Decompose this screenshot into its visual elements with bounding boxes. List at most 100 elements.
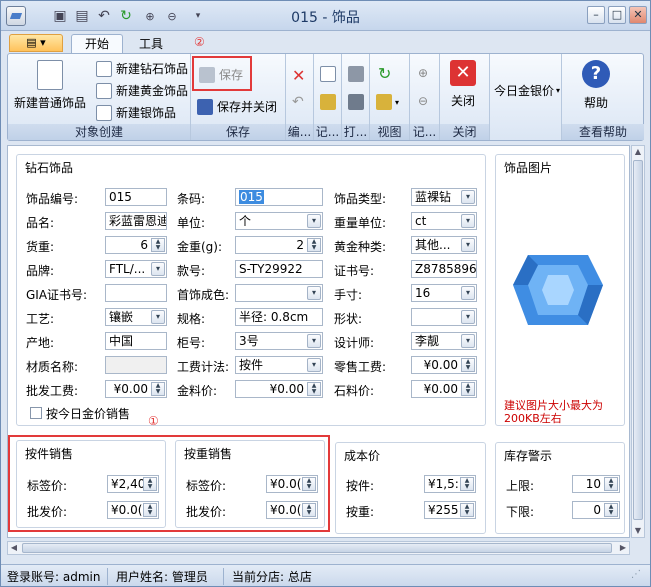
qty-spin-icon[interactable]: ▲ ▼ <box>151 238 165 252</box>
hand-inch-select[interactable]: 16 ▾ <box>411 284 477 302</box>
counter-dropdown-icon[interactable]: ▾ <box>307 334 321 348</box>
gold-price-stepper[interactable]: ¥0.00 ▲ ▼ <box>235 380 323 398</box>
copy-icon[interactable] <box>320 66 336 82</box>
save-close-button[interactable]: 保存并关闭 <box>197 98 277 115</box>
help-button[interactable]: ? 帮助 <box>582 60 610 111</box>
today-gold-checkbox[interactable] <box>30 407 42 419</box>
new-silver-button[interactable]: 新建银饰品 <box>96 104 176 121</box>
undo-icon[interactable]: ↶ <box>292 94 304 110</box>
type-select[interactable]: 蓝裸钻 ▾ <box>411 188 477 206</box>
gold-price-button[interactable]: 今日金银价 ▾ <box>494 82 560 99</box>
gold-weight-stepper[interactable]: 2 ▲ ▼ <box>235 236 323 254</box>
shape-dropdown-icon[interactable]: ▾ <box>461 310 475 324</box>
cost-piece-spin-icon[interactable]: ▲ ▼ <box>460 477 474 491</box>
view-dropdown[interactable]: ▾ <box>376 94 399 110</box>
qty-value: 6 <box>140 238 148 252</box>
close-button[interactable]: ✕ 关闭 <box>450 60 476 109</box>
group-record2-label: 记... <box>410 124 439 140</box>
gold-type-dropdown-icon[interactable]: ▾ <box>461 238 475 252</box>
wholesale-labor-stepper[interactable]: ¥0.00 ▲ ▼ <box>105 380 167 398</box>
barcode-input[interactable]: 015 <box>235 188 323 206</box>
next-record-icon[interactable]: ⊖ <box>418 94 428 108</box>
weight-unit-select[interactable]: ct ▾ <box>411 212 477 230</box>
new-diamond-icon <box>96 60 112 77</box>
delete-icon[interactable]: ✕ <box>292 66 305 85</box>
app-menu-button[interactable]: ▤ ▾ <box>9 34 63 52</box>
spec-input[interactable]: 半径: 0.8cm <box>235 308 323 326</box>
craft-dropdown-icon[interactable]: ▾ <box>151 310 165 324</box>
new-gold-button[interactable]: 新建黄金饰品 <box>96 82 188 99</box>
hand-inch-value: 16 <box>415 286 431 300</box>
new-diamond-button[interactable]: 新建钻石饰品 <box>96 60 188 77</box>
stock-upper-stepper[interactable]: 10 ▲ ▼ <box>572 475 620 493</box>
stone-price-stepper[interactable]: ¥0.00 ▲ ▼ <box>411 380 477 398</box>
new-normal-button[interactable]: 新建普通饰品 <box>14 60 86 111</box>
wholesale-labor-spin-icon[interactable]: ▲ ▼ <box>151 382 165 396</box>
horizontal-scrollbar[interactable]: ◀ ▶ <box>7 541 630 555</box>
stone-price-spin-icon[interactable]: ▲ ▼ <box>461 382 475 396</box>
gold-weight-spin-icon[interactable]: ▲ ▼ <box>307 238 321 252</box>
brand-select[interactable]: FTL/... ▾ <box>105 260 167 278</box>
craft-select[interactable]: 镶嵌 ▾ <box>105 308 167 326</box>
printer-icon[interactable] <box>348 94 364 110</box>
gia-input[interactable] <box>105 284 167 302</box>
designer-dropdown-icon[interactable]: ▾ <box>461 334 475 348</box>
tab-tools[interactable]: 工具 <box>125 34 177 53</box>
scroll-left-icon[interactable]: ◀ <box>8 542 20 554</box>
cost-piece-stepper[interactable]: ¥1,5: ▲ ▼ <box>424 475 476 493</box>
scroll-up-icon[interactable]: ▲ <box>632 146 644 158</box>
maximize-button[interactable]: □ <box>608 6 626 24</box>
cost-weight-stepper[interactable]: ¥255 ▲ ▼ <box>424 501 476 519</box>
hand-inch-dropdown-icon[interactable]: ▾ <box>461 286 475 300</box>
close-window-button[interactable]: ✕ <box>629 6 647 24</box>
stock-upper-spin-icon[interactable]: ▲ ▼ <box>604 477 618 491</box>
stock-lower-stepper[interactable]: 0 ▲ ▼ <box>572 501 620 519</box>
scroll-right-icon[interactable]: ▶ <box>617 542 629 554</box>
vertical-scroll-thumb[interactable] <box>633 160 643 520</box>
type-dropdown-icon[interactable]: ▾ <box>461 190 475 204</box>
qty-stepper[interactable]: 6 ▲ ▼ <box>105 236 167 254</box>
scroll-down-icon[interactable]: ▼ <box>632 525 644 537</box>
paste-icon[interactable] <box>320 94 336 110</box>
retail-labor-stepper[interactable]: ¥0.00 ▲ ▼ <box>411 356 477 374</box>
horizontal-scroll-thumb[interactable] <box>22 543 612 553</box>
stock-lower-value: 0 <box>593 503 601 517</box>
brand-dropdown-icon[interactable]: ▾ <box>151 262 165 276</box>
item-no-input[interactable]: 015 <box>105 188 167 206</box>
gold-price-spin-icon[interactable]: ▲ ▼ <box>307 382 321 396</box>
counter-select[interactable]: 3号 ▾ <box>235 332 323 350</box>
name-input[interactable]: 彩蓝雷恩迪 <box>105 212 167 230</box>
jewelry-color-dropdown-icon[interactable]: ▾ <box>307 286 321 300</box>
status-user: 用户姓名: 管理员 <box>107 568 208 585</box>
shape-select[interactable]: ▾ <box>411 308 477 326</box>
material-label: 材质名称: <box>26 360 79 374</box>
stock-lower-spin-icon[interactable]: ▲ ▼ <box>604 503 618 517</box>
tab-start[interactable]: 开始 <box>71 34 123 53</box>
material-input[interactable] <box>105 356 167 374</box>
refresh-icon[interactable]: ↻ <box>378 64 391 83</box>
minimize-button[interactable]: – <box>587 6 605 24</box>
model-input[interactable]: S-TY29922 <box>235 260 323 278</box>
weight-unit-dropdown-icon[interactable]: ▾ <box>461 214 475 228</box>
print-preview-icon[interactable] <box>348 66 364 82</box>
spec-label: 规格: <box>177 312 206 326</box>
resize-grip-icon[interactable]: ⋰ <box>631 569 641 580</box>
vertical-scrollbar[interactable]: ▲ ▼ <box>631 145 645 538</box>
gold-type-select[interactable]: 其他... ▾ <box>411 236 477 254</box>
retail-labor-spin-icon[interactable]: ▲ ▼ <box>461 358 475 372</box>
unit-select[interactable]: 个 ▾ <box>235 212 323 230</box>
jewelry-color-select[interactable]: ▾ <box>235 284 323 302</box>
unit-dropdown-icon[interactable]: ▾ <box>307 214 321 228</box>
origin-input[interactable]: 中国 <box>105 332 167 350</box>
stock-upper-value: 10 <box>585 477 601 491</box>
cost-box: 成本价 按件: ¥1,5: ▲ ▼ 按重: ¥255 ▲ ▼ <box>335 442 486 534</box>
ribbon: 新建普通饰品 新建钻石饰品 新建黄金饰品 新建银饰品 对象创建 保存 保存并关闭… <box>7 53 644 141</box>
designer-select[interactable]: 李靓 ▾ <box>411 332 477 350</box>
close-label: 关闭 <box>450 94 475 108</box>
labor-method-dropdown-icon[interactable]: ▾ <box>307 358 321 372</box>
previous-record-icon[interactable]: ⊕ <box>418 66 428 80</box>
cost-weight-spin-icon[interactable]: ▲ ▼ <box>460 503 474 517</box>
image-frame[interactable] <box>508 181 618 395</box>
cert-input[interactable]: Z87858966 <box>411 260 477 278</box>
labor-method-select[interactable]: 按件 ▾ <box>235 356 323 374</box>
